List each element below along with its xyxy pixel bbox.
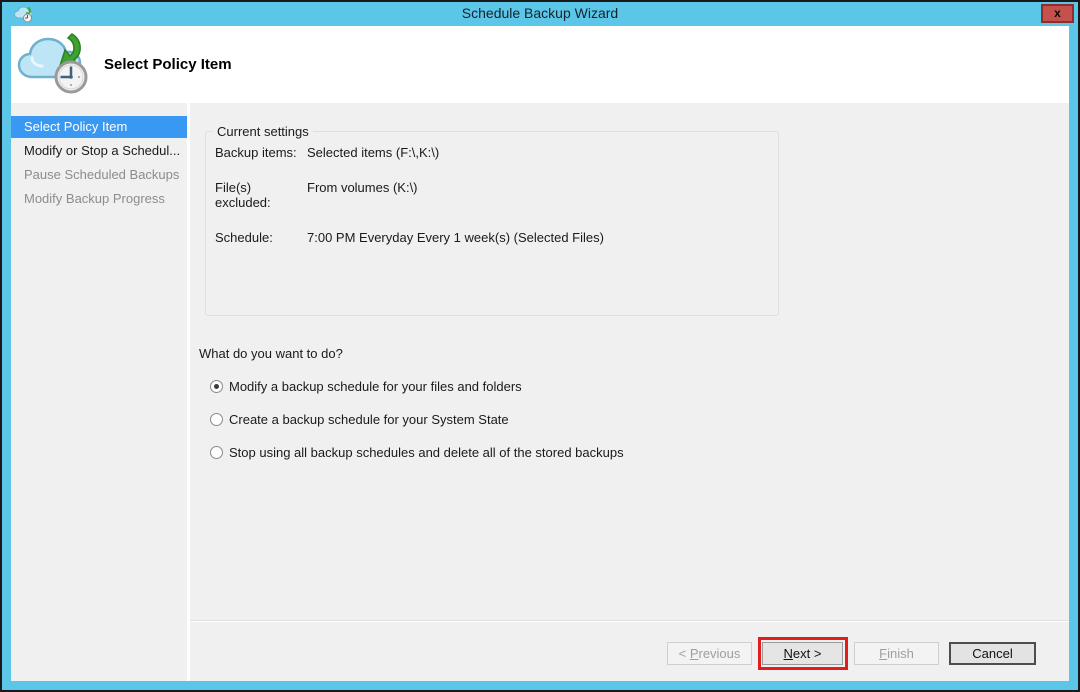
finish-button: Finish [854, 642, 939, 665]
sidebar-item-modify-or-stop-schedule: Modify or Stop a Schedul... [24, 143, 181, 158]
radio-option-create-system-state[interactable]: Create a backup schedule for your System… [210, 412, 624, 427]
setting-row-backup-items: Backup items: Selected items (F:\,K:\) [215, 145, 778, 160]
window-title: Schedule Backup Wizard [461, 5, 619, 21]
group-title: Current settings [213, 124, 313, 139]
next-button[interactable]: Next > [762, 642, 843, 665]
sidebar: Select Policy Item Modify or Stop a Sche… [11, 103, 187, 681]
setting-value: 7:00 PM Everyday Every 1 week(s) (Select… [307, 230, 604, 245]
close-icon: x [1054, 6, 1061, 20]
setting-label: File(s) excluded: [215, 180, 271, 210]
setting-value: Selected items (F:\,K:\) [307, 145, 440, 160]
titlebar: Schedule Backup Wizard x [2, 2, 1078, 26]
setting-row-files-excluded: File(s) excluded: From volumes (K:\) [215, 180, 778, 210]
radio-option-modify-schedule[interactable]: Modify a backup schedule for your files … [210, 379, 624, 394]
setting-label: Schedule: [215, 230, 273, 245]
settings-rows: Backup items: Selected items (F:\,K:\) F… [206, 132, 778, 245]
sidebar-item-select-policy-item: Select Policy Item [11, 116, 187, 138]
radio-option-stop-all-backups[interactable]: Stop using all backup schedules and dele… [210, 445, 624, 460]
option-label: Stop using all backup schedules and dele… [229, 445, 624, 460]
option-label: Modify a backup schedule for your files … [229, 379, 522, 394]
setting-row-schedule: Schedule: 7:00 PM Everyday Every 1 week(… [215, 230, 778, 245]
wizard-body: Select Policy Item Modify or Stop a Sche… [11, 103, 1069, 681]
sidebar-item-modify-backup-progress: Modify Backup Progress [24, 191, 165, 206]
cloud-backup-clock-icon [16, 30, 96, 99]
cancel-button[interactable]: Cancel [949, 642, 1036, 665]
footer: < Previous Next > Finish Cancel [190, 620, 1069, 681]
current-settings-group: Current settings Backup items: Selected … [205, 124, 779, 316]
client-area: Select Policy Item Select Policy Item Mo… [11, 26, 1069, 681]
setting-label: Backup items: [215, 145, 297, 160]
wizard-header: Select Policy Item [11, 26, 1069, 103]
page-title: Select Policy Item [104, 56, 232, 73]
radio-icon[interactable] [210, 413, 223, 426]
close-button[interactable]: x [1041, 4, 1074, 23]
question-label: What do you want to do? [199, 346, 343, 361]
setting-value: From volumes (K:\) [307, 180, 418, 195]
schedule-backup-wizard-window: Schedule Backup Wizard x Select Policy I… [0, 0, 1080, 692]
option-label: Create a backup schedule for your System… [229, 412, 509, 427]
radio-icon[interactable] [210, 446, 223, 459]
options-list: Modify a backup schedule for your files … [210, 379, 624, 478]
sidebar-item-pause-scheduled-backups: Pause Scheduled Backups [24, 167, 180, 182]
main-panel: Current settings Backup items: Selected … [190, 103, 1069, 681]
previous-button: < Previous [667, 642, 752, 665]
radio-icon[interactable] [210, 380, 223, 393]
